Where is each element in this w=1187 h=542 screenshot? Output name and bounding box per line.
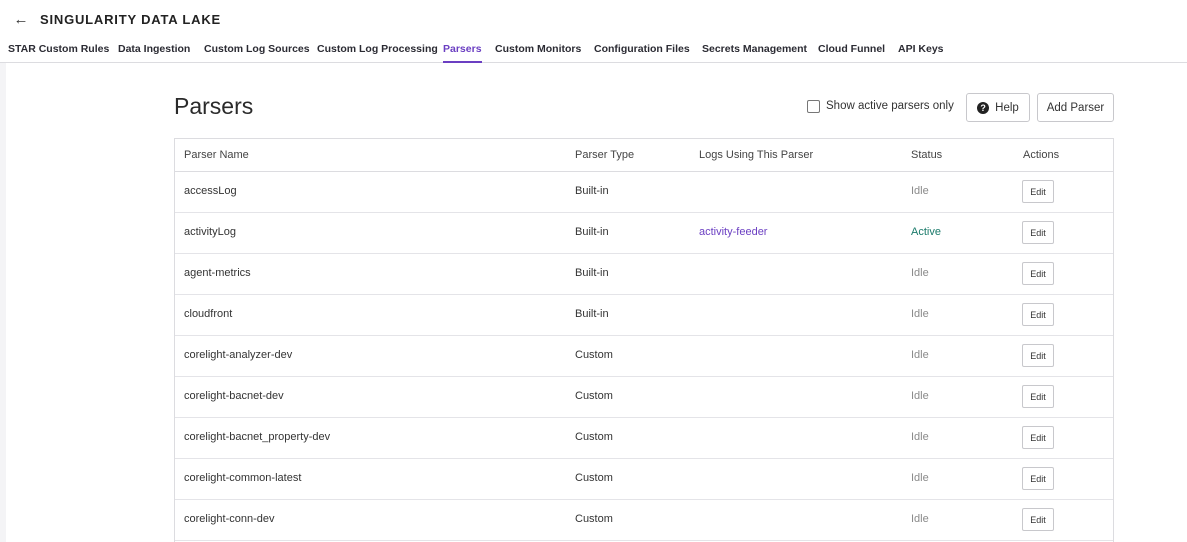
parser-type: Custom bbox=[575, 513, 613, 525]
table-row: accessLog Built-in Idle Edit bbox=[175, 172, 1113, 213]
logs-using-link[interactable]: activity-feeder bbox=[699, 226, 767, 238]
tab-custom-log-sources[interactable]: Custom Log Sources bbox=[204, 40, 310, 63]
parser-type: Built-in bbox=[575, 226, 609, 238]
column-header-logs-using[interactable]: Logs Using This Parser bbox=[699, 149, 813, 161]
status-text: Idle bbox=[911, 308, 929, 320]
parsers-table: Parser Name Parser Type Logs Using This … bbox=[174, 138, 1114, 542]
status-text: Idle bbox=[911, 390, 929, 402]
status-text: Idle bbox=[911, 349, 929, 361]
edit-button[interactable]: Edit bbox=[1022, 262, 1054, 285]
parser-name: corelight-analyzer-dev bbox=[184, 349, 293, 361]
table-row: corelight-bacnet-dev Custom Idle Edit bbox=[175, 377, 1113, 418]
app-title: SINGULARITY DATA LAKE bbox=[40, 12, 221, 27]
help-label: Help bbox=[995, 101, 1019, 114]
edit-button[interactable]: Edit bbox=[1022, 221, 1054, 244]
tab-custom-log-processing[interactable]: Custom Log Processing bbox=[317, 40, 438, 63]
column-header-parser-type[interactable]: Parser Type bbox=[575, 149, 634, 161]
question-icon: ? bbox=[977, 101, 990, 114]
edit-button[interactable]: Edit bbox=[1022, 426, 1054, 449]
status-text: Idle bbox=[911, 513, 929, 525]
column-header-parser-name[interactable]: Parser Name bbox=[184, 149, 249, 161]
help-button[interactable]: ? Help bbox=[966, 93, 1030, 122]
show-active-toggle[interactable]: Show active parsers only bbox=[807, 98, 954, 114]
edit-button[interactable]: Edit bbox=[1022, 180, 1054, 203]
tab-api-keys[interactable]: API Keys bbox=[898, 40, 944, 63]
parser-name: corelight-common-latest bbox=[184, 472, 302, 484]
tab-custom-monitors[interactable]: Custom Monitors bbox=[495, 40, 581, 63]
table-row: corelight-bacnet_property-dev Custom Idl… bbox=[175, 418, 1113, 459]
parser-type: Built-in bbox=[575, 308, 609, 320]
status-text: Idle bbox=[911, 267, 929, 279]
show-active-label: Show active parsers only bbox=[826, 100, 954, 112]
tab-configuration-files[interactable]: Configuration Files bbox=[594, 40, 690, 63]
column-header-status[interactable]: Status bbox=[911, 149, 942, 161]
parser-type: Built-in bbox=[575, 185, 609, 197]
parser-name: corelight-bacnet_property-dev bbox=[184, 431, 331, 443]
parser-type: Custom bbox=[575, 390, 613, 402]
table-row: cloudfront Built-in Idle Edit bbox=[175, 295, 1113, 336]
add-parser-button[interactable]: Add Parser bbox=[1037, 93, 1114, 122]
parser-name: cloudfront bbox=[184, 308, 233, 320]
show-active-checkbox[interactable] bbox=[807, 99, 820, 113]
parser-type: Custom bbox=[575, 472, 613, 484]
edit-button[interactable]: Edit bbox=[1022, 508, 1054, 531]
back-arrow-icon[interactable]: ← bbox=[12, 11, 30, 29]
tab-parsers[interactable]: Parsers bbox=[443, 40, 482, 63]
status-text: Idle bbox=[911, 472, 929, 484]
tab-data-ingestion[interactable]: Data Ingestion bbox=[118, 40, 190, 63]
table-row: agent-metrics Built-in Idle Edit bbox=[175, 254, 1113, 295]
parser-name: corelight-bacnet-dev bbox=[184, 390, 284, 402]
parser-type: Custom bbox=[575, 431, 613, 443]
edit-button[interactable]: Edit bbox=[1022, 303, 1054, 326]
tab-cloud-funnel[interactable]: Cloud Funnel bbox=[818, 40, 885, 63]
table-row: corelight-common-latest Custom Idle Edit bbox=[175, 459, 1113, 500]
status-text: Idle bbox=[911, 185, 929, 197]
tab-star-custom-rules[interactable]: STAR Custom Rules bbox=[8, 40, 109, 63]
parser-name: corelight-conn-dev bbox=[184, 513, 275, 525]
parser-type: Custom bbox=[575, 349, 613, 361]
tab-secrets-management[interactable]: Secrets Management bbox=[702, 40, 807, 63]
table-row: corelight-analyzer-dev Custom Idle Edit bbox=[175, 336, 1113, 377]
edit-button[interactable]: Edit bbox=[1022, 385, 1054, 408]
page-title: Parsers bbox=[174, 93, 254, 119]
table-row: activityLog Built-in activity-feeder Act… bbox=[175, 213, 1113, 254]
column-header-actions: Actions bbox=[1023, 149, 1060, 161]
edit-button[interactable]: Edit bbox=[1022, 467, 1054, 490]
parser-name: accessLog bbox=[184, 185, 237, 197]
parser-type: Built-in bbox=[575, 267, 609, 279]
table-header: Parser Name Parser Type Logs Using This … bbox=[175, 139, 1113, 172]
parser-name: agent-metrics bbox=[184, 267, 251, 279]
status-text: Active bbox=[911, 226, 941, 238]
parser-name: activityLog bbox=[184, 226, 236, 238]
edit-button[interactable]: Edit bbox=[1022, 344, 1054, 367]
status-text: Idle bbox=[911, 431, 929, 443]
top-bar: ← SINGULARITY DATA LAKE STAR Custom Rule… bbox=[0, 0, 1187, 63]
table-row: corelight-conn-dev Custom Idle Edit bbox=[175, 500, 1113, 541]
